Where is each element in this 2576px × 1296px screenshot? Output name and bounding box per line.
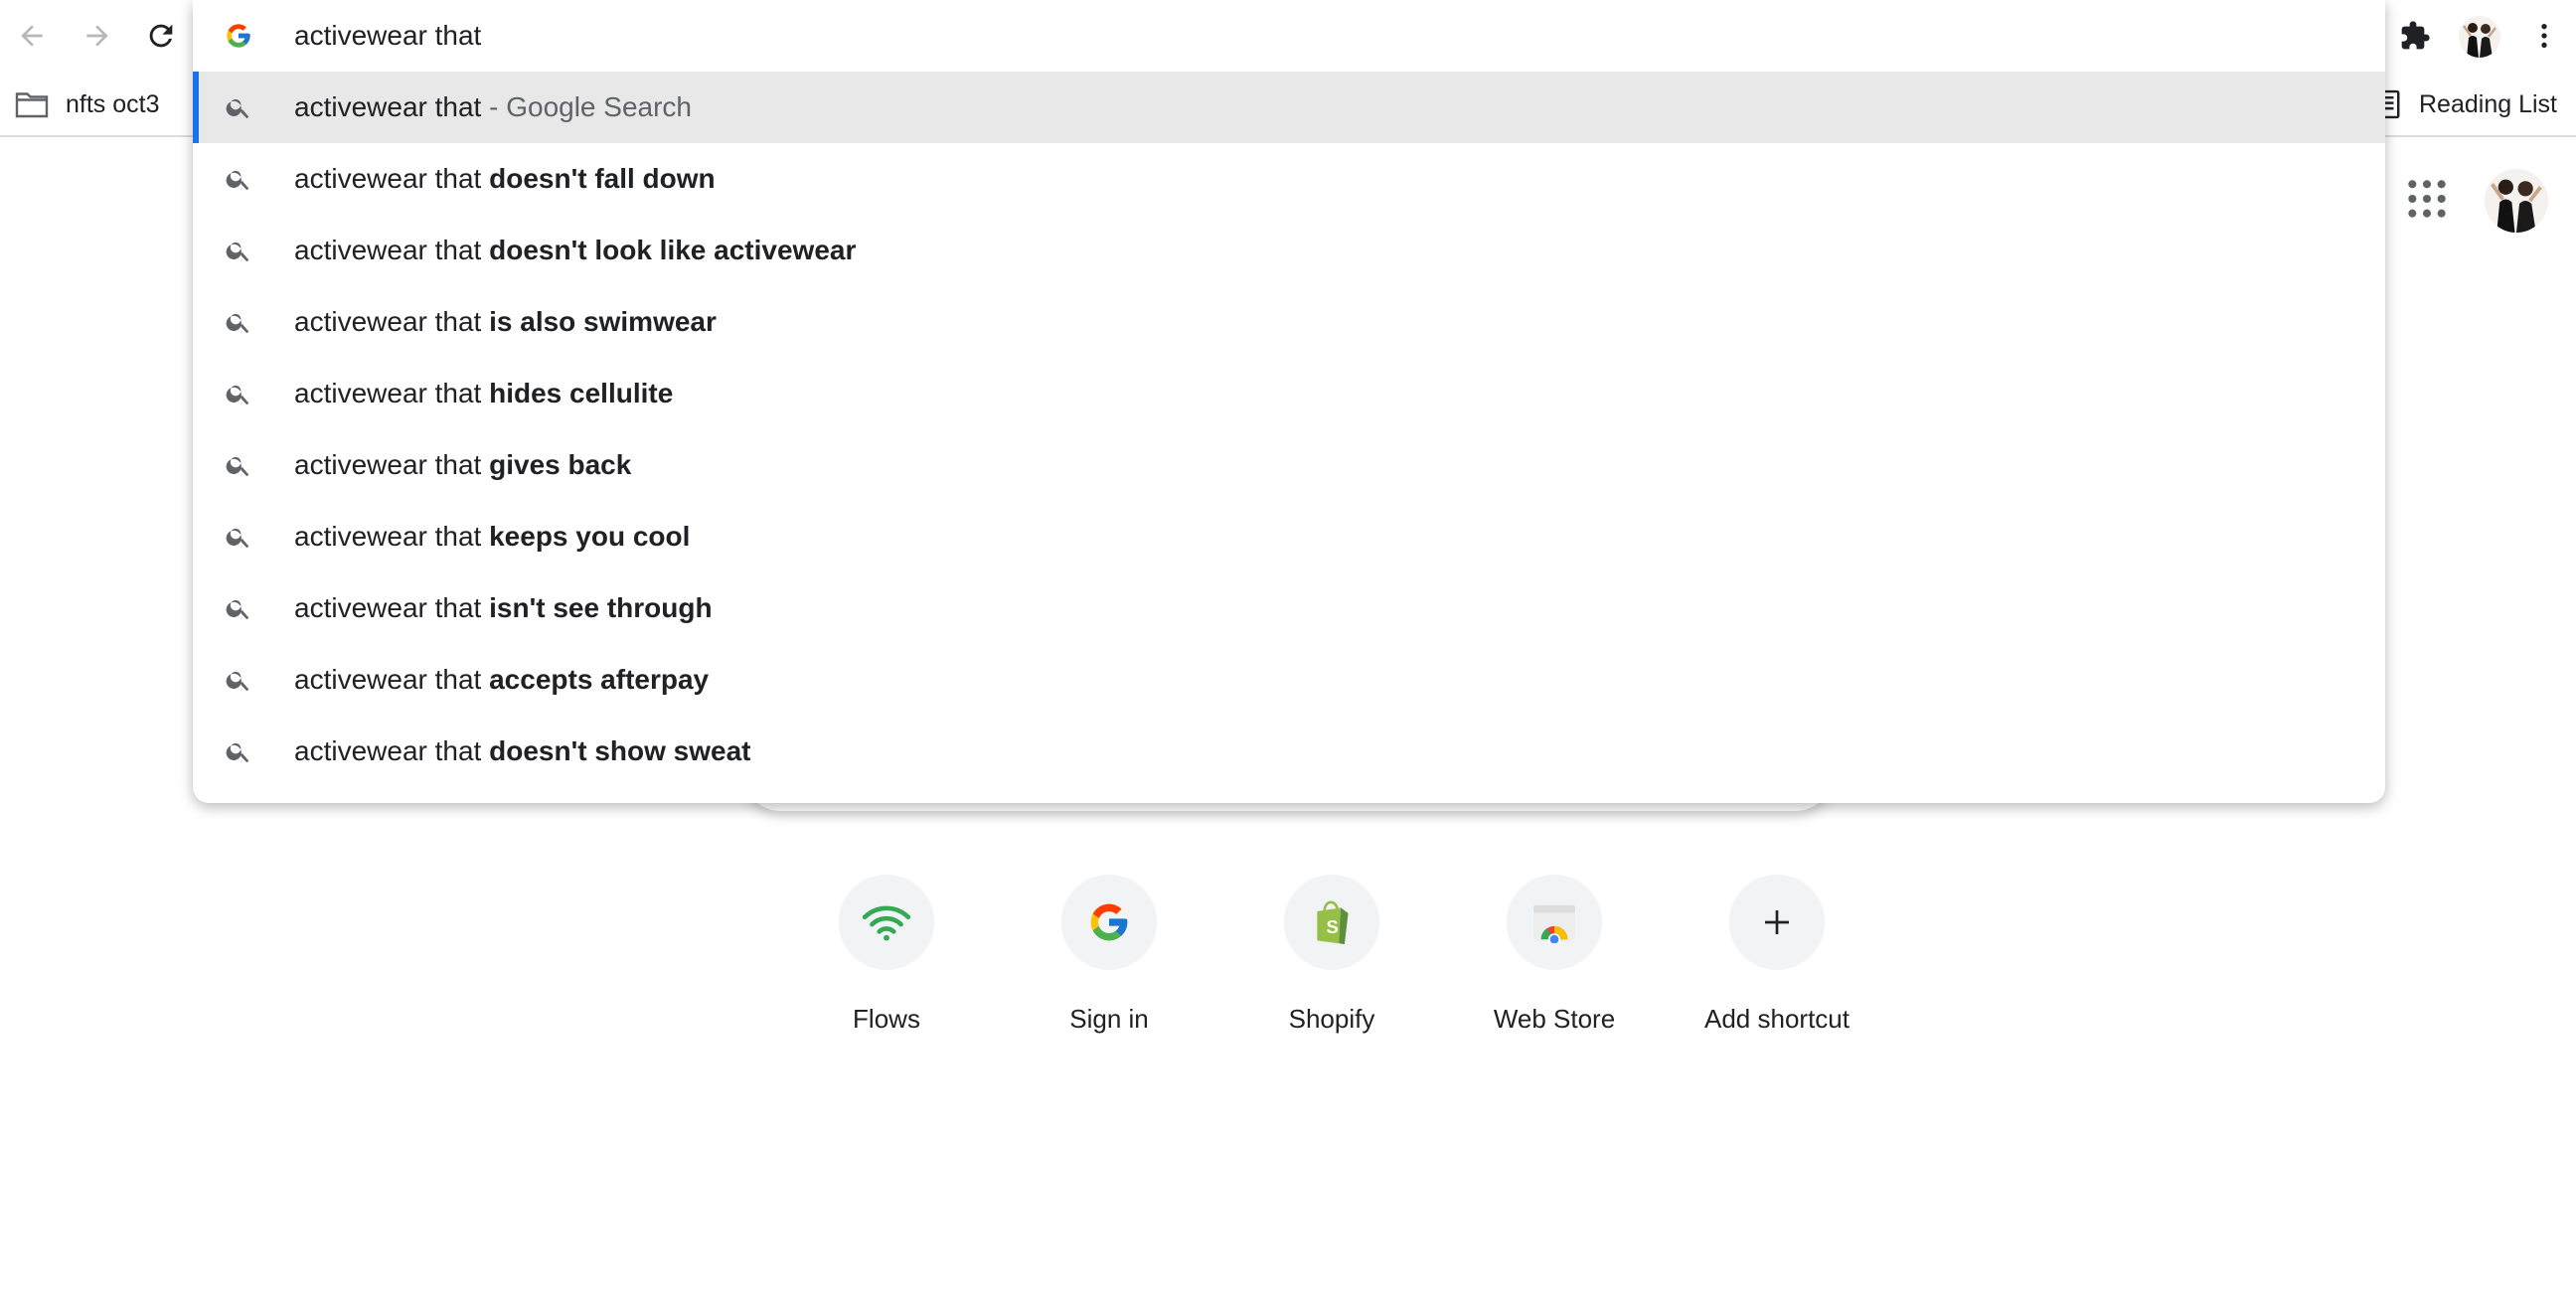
web-store-icon: [1533, 904, 1575, 943]
shortcut-tile: [839, 875, 934, 970]
reload-icon: [149, 24, 173, 48]
extensions-button[interactable]: [2391, 12, 2439, 60]
suggestion-text: activewear that accepts afterpay: [294, 644, 709, 716]
suggestion-completion: hides cellulite: [489, 378, 674, 408]
google-g-icon: [227, 24, 250, 48]
avatar-photo-icon: [2459, 16, 2500, 58]
shortcut-label: Shopify: [1288, 1004, 1375, 1034]
suggestion-google-search[interactable]: activewear that - Google Search: [193, 72, 2385, 143]
suggestion-item[interactable]: activewear that keeps you cool: [193, 501, 2385, 572]
suggestion-text: activewear that doesn't look like active…: [294, 215, 856, 286]
shortcut-tile: [1729, 875, 1825, 970]
forward-button[interactable]: [74, 12, 121, 60]
omnibox-dropdown: activewear that - Google Search activewe…: [193, 0, 2385, 803]
suggestion-prefix: activewear that: [294, 163, 490, 194]
suggestion-completion: keeps you cool: [489, 521, 691, 552]
suggestion-text: activewear that is also swimwear: [294, 286, 717, 358]
search-icon: [226, 242, 249, 262]
suggestion-completion: doesn't show sweat: [489, 735, 751, 766]
google-icon: [1090, 903, 1128, 941]
search-icon: [226, 742, 249, 763]
suggestion-item[interactable]: activewear that hides cellulite: [193, 358, 2385, 429]
suggestion-text: activewear that hides cellulite: [294, 358, 673, 429]
suggestion-completion: doesn't fall down: [489, 163, 716, 194]
suggestion-text: activewear that keeps you cool: [294, 501, 690, 572]
suggestion-text: activewear that - Google Search: [294, 72, 692, 143]
shortcut-flows[interactable]: Flows: [775, 875, 998, 1053]
arrow-right-icon: [86, 25, 108, 47]
suggestion-item[interactable]: activewear that accepts afterpay: [193, 644, 2385, 716]
kebab-menu-icon: [2541, 24, 2547, 48]
suggestion-text: activewear that isn't see through: [294, 572, 713, 644]
suggestion-prefix: activewear that: [294, 235, 490, 265]
search-icon: [226, 385, 249, 405]
reading-list-button[interactable]: Reading List: [2375, 83, 2557, 125]
suggestion-text: activewear that doesn't show sweat: [294, 716, 750, 787]
bookmark-folder-label: nfts oct3: [66, 89, 160, 118]
suggestion-item[interactable]: activewear that doesn't look like active…: [193, 215, 2385, 286]
puzzle-icon: [2401, 21, 2430, 50]
chrome-menu-button[interactable]: [2520, 12, 2568, 60]
suggestion-completion: isn't see through: [489, 592, 713, 623]
back-button[interactable]: [8, 12, 56, 60]
shortcut-label: Flows: [853, 1004, 920, 1034]
suggestion-item[interactable]: activewear that isn't see through: [193, 572, 2385, 644]
shortcuts-row: Flows Sign in S Shopify Web Store Add sh…: [775, 875, 1850, 1053]
shortcut-label: Web Store: [1493, 1004, 1616, 1034]
suggestion-prefix: activewear that: [294, 592, 490, 623]
suggestion-item[interactable]: activewear that gives back: [193, 429, 2385, 501]
suggestion-query: activewear that: [294, 91, 482, 122]
omnibox-input[interactable]: [294, 14, 2282, 58]
shortcut-label: Sign in: [1069, 1004, 1149, 1034]
suggestion-completion: gives back: [489, 449, 632, 480]
suggestion-prefix: activewear that: [294, 449, 490, 480]
search-icon: [226, 313, 249, 334]
search-icon: [226, 599, 249, 620]
svg-text:S: S: [1327, 916, 1339, 937]
google-account-avatar[interactable]: [2485, 169, 2548, 233]
shortcut-label: Add shortcut: [1704, 1004, 1850, 1034]
shortcut-web-store[interactable]: Web Store: [1443, 875, 1666, 1053]
omnibox-input-row: [193, 0, 2385, 72]
suggestion-item[interactable]: activewear that is also swimwear: [193, 286, 2385, 358]
grid-apps-icon: [2408, 180, 2446, 218]
reload-button[interactable]: [137, 12, 185, 60]
reading-list-label: Reading List: [2419, 89, 2557, 118]
folder-icon: [15, 92, 49, 118]
suggestion-item[interactable]: activewear that doesn't show sweat: [193, 716, 2385, 787]
plus-icon: [1765, 910, 1789, 934]
suggestion-item[interactable]: activewear that doesn't fall down: [193, 143, 2385, 215]
suggestion-prefix: activewear that: [294, 664, 490, 695]
profile-avatar[interactable]: [2459, 16, 2500, 58]
suggestion-text: activewear that gives back: [294, 429, 631, 501]
suggestion-prefix: activewear that: [294, 735, 490, 766]
shortcut-tile: [1507, 875, 1602, 970]
arrow-left-icon: [21, 25, 43, 47]
google-apps-button[interactable]: [2405, 177, 2449, 221]
wifi-icon: [862, 905, 911, 941]
search-icon: [226, 98, 249, 119]
shopify-bag-icon: S: [1317, 900, 1349, 944]
search-icon: [226, 456, 249, 477]
suggestion-prefix: activewear that: [294, 306, 490, 337]
shortcut-tile: S: [1284, 875, 1379, 970]
suggestion-source: - Google Search: [481, 91, 692, 122]
search-icon: [226, 528, 249, 549]
suggestion-completion: doesn't look like activewear: [489, 235, 857, 265]
shortcut-tile: [1061, 875, 1157, 970]
shortcut-shopify[interactable]: S Shopify: [1220, 875, 1443, 1053]
search-icon: [226, 671, 249, 692]
shortcut-add[interactable]: Add shortcut: [1666, 875, 1888, 1053]
suggestion-list: activewear that - Google Search activewe…: [193, 72, 2385, 787]
suggestion-prefix: activewear that: [294, 378, 490, 408]
shortcut-sign-in[interactable]: Sign in: [998, 875, 1220, 1053]
suggestion-prefix: activewear that: [294, 521, 490, 552]
search-icon: [226, 170, 249, 191]
avatar-photo-icon: [2485, 169, 2548, 233]
bookmark-folder-nfts[interactable]: nfts oct3: [14, 83, 160, 125]
suggestion-completion: accepts afterpay: [489, 664, 710, 695]
suggestion-text: activewear that doesn't fall down: [294, 143, 716, 215]
suggestion-completion: is also swimwear: [489, 306, 717, 337]
